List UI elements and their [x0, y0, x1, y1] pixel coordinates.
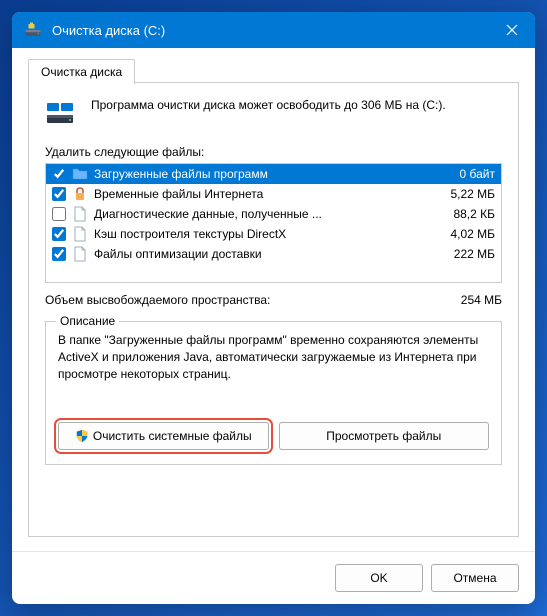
- tab-filler: [135, 58, 519, 83]
- clean-system-files-label: Очистить системные файлы: [93, 429, 252, 443]
- titlebar: Очистка диска (C:): [12, 12, 535, 48]
- lock-icon: [72, 186, 88, 202]
- file-size: 0 байт: [460, 167, 495, 181]
- file-checkbox[interactable]: [52, 167, 66, 181]
- file-size: 4,02 МБ: [450, 227, 495, 241]
- file-list-row[interactable]: Файлы оптимизации доставки 222 МБ: [46, 244, 501, 264]
- ok-button[interactable]: OK: [335, 564, 423, 592]
- dialog-footer: OK Отмена: [12, 551, 535, 604]
- shield-icon: [75, 429, 89, 443]
- file-list-row[interactable]: Диагностические данные, полученные ... 88…: [46, 204, 501, 224]
- file-size: 5,22 МБ: [450, 187, 495, 201]
- cancel-button[interactable]: Отмена: [431, 564, 519, 592]
- drive-icon: [45, 97, 77, 129]
- file-name: Временные файлы Интернета: [94, 187, 444, 201]
- file-name: Кэш построителя текстуры DirectX: [94, 227, 444, 241]
- file-name: Файлы оптимизации доставки: [94, 247, 448, 261]
- disk-cleanup-window: Очистка диска (C:) Очистка диска Програм…: [12, 12, 535, 604]
- tab-strip: Очистка диска: [28, 58, 519, 83]
- file-icon: [72, 206, 88, 222]
- disk-cleanup-icon: [24, 21, 42, 39]
- folder-icon: [72, 166, 88, 182]
- dialog-body: Очистка диска Программа очистки диска мо…: [12, 48, 535, 551]
- info-row: Программа очистки диска может освободить…: [45, 97, 502, 129]
- file-list[interactable]: Загруженные файлы программ 0 байт Временны…: [45, 163, 502, 283]
- file-name: Диагностические данные, полученные ...: [94, 207, 447, 221]
- file-icon: [72, 226, 88, 242]
- file-name: Загруженные файлы программ: [94, 167, 454, 181]
- file-checkbox[interactable]: [52, 187, 66, 201]
- file-size: 88,2 КБ: [453, 207, 495, 221]
- file-list-row[interactable]: Кэш построителя текстуры DirectX 4,02 МБ: [46, 224, 501, 244]
- info-text: Программа очистки диска может освободить…: [91, 97, 446, 113]
- file-checkbox[interactable]: [52, 247, 66, 261]
- tab-panel: Программа очистки диска может освободить…: [28, 83, 519, 537]
- panel-buttons: Очистить системные файлы Просмотреть фай…: [58, 422, 489, 450]
- tab-cleanup[interactable]: Очистка диска: [28, 59, 135, 84]
- file-list-row[interactable]: Загруженные файлы программ 0 байт: [46, 164, 501, 184]
- summary-row: Объем высвобождаемого пространства: 254 …: [45, 293, 502, 307]
- summary-value: 254 МБ: [461, 293, 502, 307]
- file-icon: [72, 246, 88, 262]
- clean-system-files-button[interactable]: Очистить системные файлы: [58, 422, 269, 450]
- window-title: Очистка диска (C:): [52, 23, 489, 38]
- description-legend: Описание: [56, 314, 119, 328]
- description-fieldset: Описание В папке "Загруженные файлы прог…: [45, 321, 502, 465]
- close-button[interactable]: [489, 12, 535, 48]
- file-list-row[interactable]: Временные файлы Интернета 5,22 МБ: [46, 184, 501, 204]
- close-icon: [506, 24, 518, 36]
- view-files-button[interactable]: Просмотреть файлы: [279, 422, 490, 450]
- file-checkbox[interactable]: [52, 227, 66, 241]
- file-checkbox[interactable]: [52, 207, 66, 221]
- file-list-label: Удалить следующие файлы:: [45, 145, 502, 159]
- summary-label: Объем высвобождаемого пространства:: [45, 293, 270, 307]
- file-size: 222 МБ: [454, 247, 495, 261]
- description-text: В папке "Загруженные файлы программ" вре…: [58, 332, 489, 408]
